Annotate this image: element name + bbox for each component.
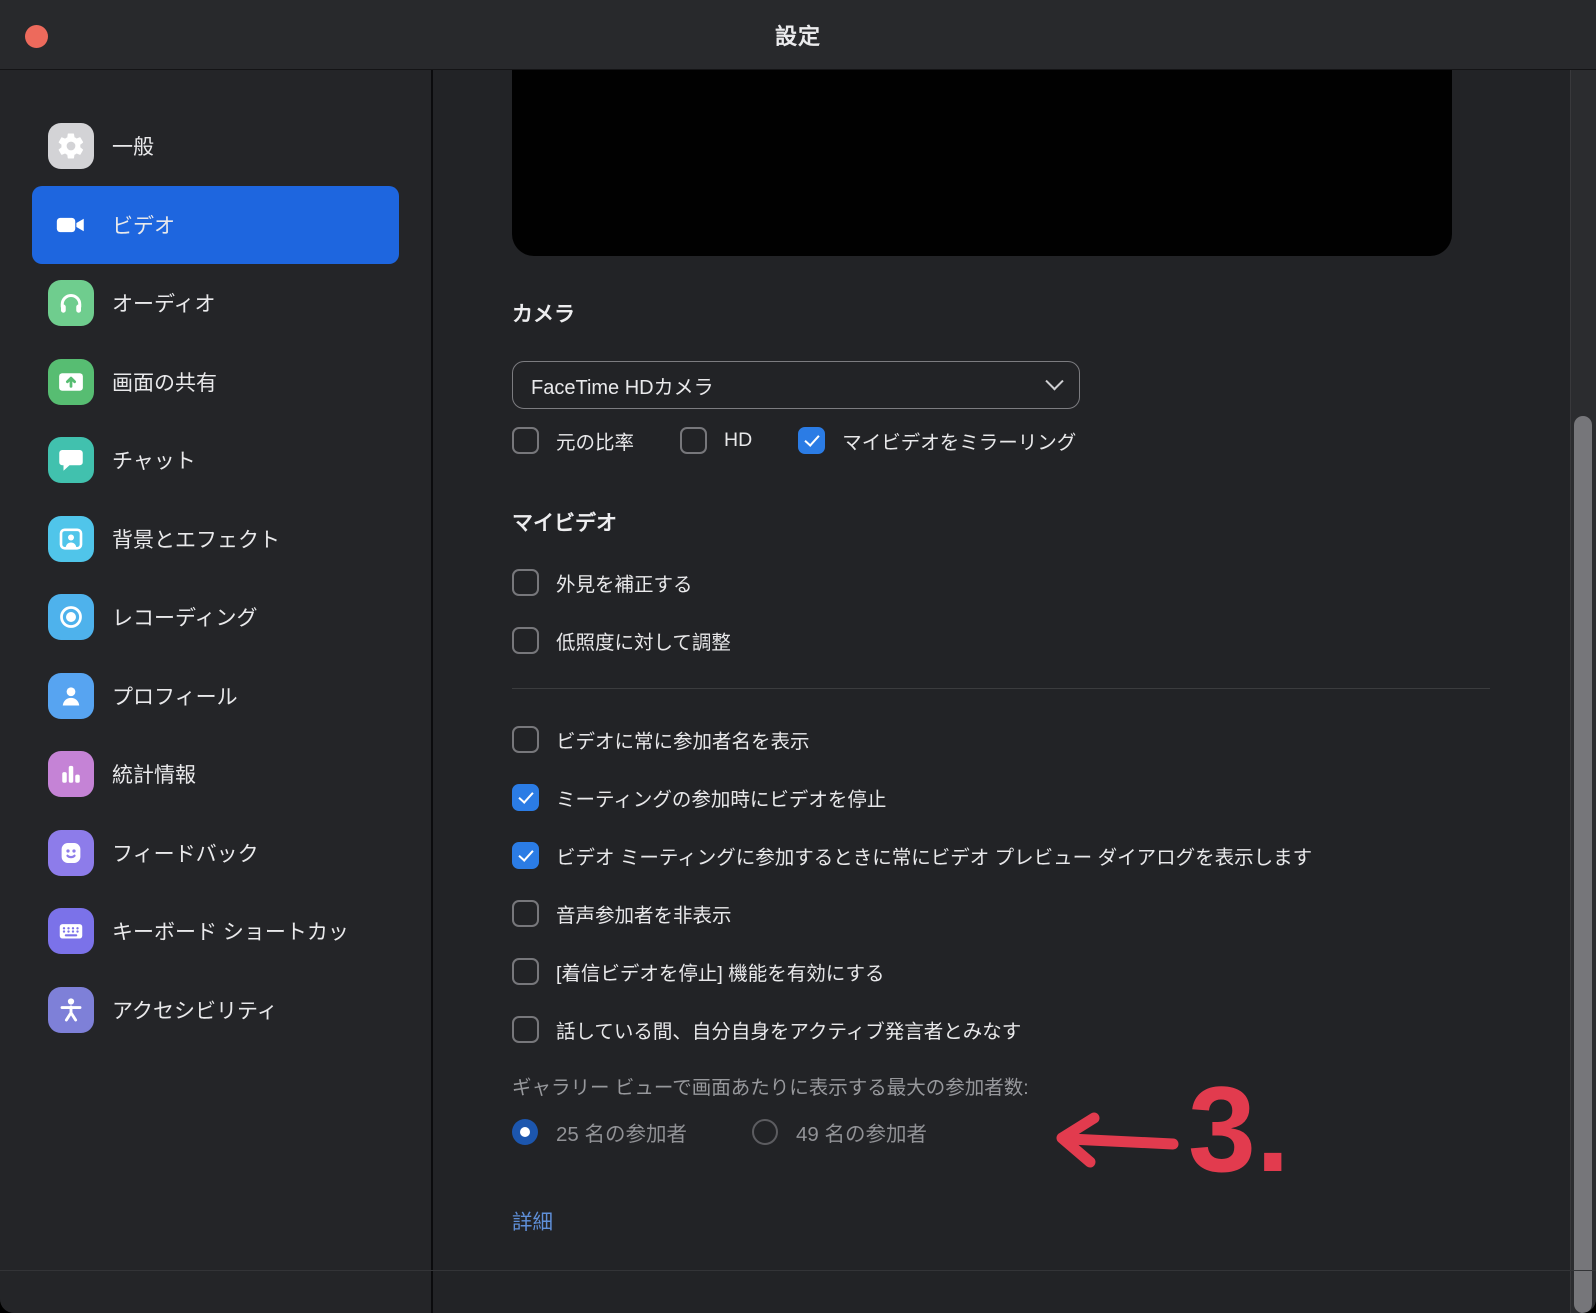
checkbox[interactable] [512,627,539,654]
sidebar-item-label: プロフィール [112,681,238,711]
chat-bubble-icon [48,437,94,483]
section-divider [512,688,1490,689]
camera-section-title: カメラ [512,298,575,328]
gallery-view-label: ギャラリー ビューで画面あたりに表示する最大の参加者数: [512,1071,1029,1100]
annotation-left-arrow-icon [1048,1108,1183,1172]
sidebar-item-keyboard-shortcuts[interactable]: キーボード ショートカッ [32,892,399,971]
checkbox-checked[interactable] [512,842,539,869]
gear-icon [48,123,94,169]
gallery-radio-group: 25 名の参加者 49 名の参加者 [512,1117,927,1147]
camera-select-value: FaceTime HDカメラ [531,371,1048,400]
checkbox-row-touch-up-appearance[interactable]: 外見を補正する [512,553,731,611]
checkbox-row-enable-stop-incoming-video[interactable]: [着信ビデオを停止] 機能を有効にする [512,942,1312,1000]
sidebar: 一般 ビデオ オーディオ 画面の共有 チャット [0,70,431,1313]
meeting-options: ビデオに常に参加者名を表示 ミーティングの参加時にビデオを停止 ビデオ ミーティ… [512,710,1312,1058]
sidebar-item-profile[interactable]: プロフィール [32,657,399,736]
sidebar-item-label: レコーディング [112,602,258,632]
radio[interactable] [752,1119,778,1145]
video-preview [512,70,1452,256]
checkbox[interactable] [512,569,539,596]
sidebar-item-statistics[interactable]: 統計情報 [32,735,399,814]
profile-person-icon [48,673,94,719]
sidebar-item-video[interactable]: ビデオ [32,186,399,265]
checkbox-checked[interactable] [512,784,539,811]
checkbox-row-hd[interactable]: HD [680,427,752,454]
settings-window: 設定 一般 ビデオ オーディオ 画面の共有 [0,0,1596,1313]
window-title: 設定 [0,0,1596,70]
bottom-edge-divider [0,1270,1596,1271]
camera-select[interactable]: FaceTime HDカメラ [512,361,1080,409]
sidebar-item-audio[interactable]: オーディオ [32,264,399,343]
checkbox-row-original-ratio[interactable]: 元の比率 [512,426,634,455]
sidebar-item-recording[interactable]: レコーディング [32,578,399,657]
sidebar-item-label: ビデオ [112,210,175,240]
sidebar-item-label: 一般 [112,131,154,161]
sidebar-item-label: チャット [112,445,196,475]
checkbox-row-spotlight-when-speaking[interactable]: 話している間、自分自身をアクティブ発言者とみなす [512,1000,1312,1058]
video-camera-icon [48,202,94,248]
advanced-link[interactable]: 詳細 [512,1205,553,1235]
scrollbar-thumb[interactable] [1574,416,1592,1313]
accessibility-icon [48,987,94,1033]
sidebar-item-label: アクセシビリティ [112,995,278,1025]
checkbox-row-stop-video-on-join[interactable]: ミーティングの参加時にビデオを停止 [512,768,1312,826]
radio-selected[interactable] [512,1119,538,1145]
checkbox-row-mirror-video[interactable]: マイビデオをミラーリング [798,426,1076,455]
screen-share-icon [48,359,94,405]
checkbox[interactable] [512,427,539,454]
keyboard-icon [48,908,94,954]
sidebar-item-label: フィードバック [112,838,259,868]
title-bar: 設定 [0,0,1596,70]
checkbox-row-hide-non-video-participants[interactable]: 音声参加者を非表示 [512,884,1312,942]
headphones-icon [48,280,94,326]
sidebar-item-background-effects[interactable]: 背景とエフェクト [32,500,399,579]
sidebar-item-label: オーディオ [112,288,216,318]
sidebar-item-label: キーボード ショートカッ [112,916,349,946]
checkbox[interactable] [680,427,707,454]
record-icon [48,594,94,640]
checkbox[interactable] [512,958,539,985]
sidebar-item-general[interactable]: 一般 [32,107,399,186]
sidebar-item-chat[interactable]: チャット [32,421,399,500]
checkbox-checked[interactable] [798,427,825,454]
my-video-section-title: マイビデオ [512,507,617,537]
checkbox[interactable] [512,900,539,927]
sidebar-item-accessibility[interactable]: アクセシビリティ [32,971,399,1050]
video-settings-pane: カメラ FaceTime HDカメラ 元の比率 HD マイビデオをミラーリング … [433,70,1570,1313]
camera-options-row: 元の比率 HD マイビデオをミラーリング [512,426,1076,455]
radio-row-25-participants[interactable]: 25 名の参加者 [512,1117,687,1147]
checkbox-row-show-video-preview-dialog[interactable]: ビデオ ミーティングに参加するときに常にビデオ プレビュー ダイアログを表示しま… [512,826,1312,884]
background-effects-icon [48,516,94,562]
sidebar-item-feedback[interactable]: フィードバック [32,814,399,893]
bar-chart-icon [48,751,94,797]
checkbox-row-always-show-names[interactable]: ビデオに常に参加者名を表示 [512,710,1312,768]
radio-row-49-participants[interactable]: 49 名の参加者 [752,1117,927,1147]
sidebar-item-screen-share[interactable]: 画面の共有 [32,343,399,422]
sidebar-item-label: 画面の共有 [112,367,217,397]
smiley-icon [48,830,94,876]
chevron-down-icon [1045,372,1063,390]
checkbox[interactable] [512,1016,539,1043]
checkbox[interactable] [512,726,539,753]
checkbox-row-adjust-low-light[interactable]: 低照度に対して調整 [512,611,731,669]
sidebar-item-label: 背景とエフェクト [112,524,280,554]
my-video-options: 外見を補正する 低照度に対して調整 [512,553,731,669]
annotation-step-number: 3. [1188,1068,1290,1190]
sidebar-item-label: 統計情報 [112,759,196,789]
